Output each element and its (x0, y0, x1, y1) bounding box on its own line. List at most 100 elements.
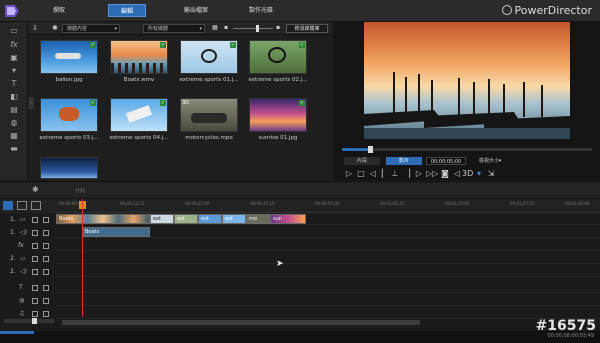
snapshot-icon[interactable]: ⊥ (390, 169, 400, 179)
media-thumbnail[interactable]: ✓ (40, 40, 98, 74)
video-clip[interactable]: ext (150, 214, 174, 224)
plugin-icon[interactable]: ✱ (52, 24, 58, 32)
search-library-button[interactable]: 搜尋媒體庫 (286, 24, 328, 33)
render-progress (0, 331, 34, 334)
video-clip[interactable]: ext (222, 214, 246, 224)
zoom-slider[interactable] (4, 318, 54, 324)
mark-out-icon[interactable]: ▕ (402, 169, 412, 179)
slider-knob[interactable] (256, 25, 259, 32)
fx-lane[interactable] (56, 240, 600, 251)
3d-mode-icon[interactable]: 3D (462, 169, 473, 179)
track-lock-checkbox[interactable] (43, 285, 49, 291)
audio-clip[interactable]: Boats (82, 227, 150, 237)
media-thumbnail[interactable] (40, 157, 98, 179)
track-enable-checkbox[interactable] (32, 285, 38, 291)
next-frame-icon[interactable]: ▷ (414, 169, 424, 179)
effect-room-icon[interactable]: fx (7, 40, 21, 50)
playhead[interactable] (82, 199, 83, 317)
import-icon[interactable]: ⇩ (32, 24, 38, 32)
seekbar-progress (342, 148, 370, 151)
clip-mode-button[interactable]: 片段 (344, 157, 380, 165)
ruler-tick-label: 00;01;02;15 (380, 201, 405, 206)
media-thumbnail[interactable]: ✓ (40, 98, 98, 132)
ruler-tick-label: 00;01;15;03 (445, 201, 470, 206)
timeline-view-icon[interactable] (3, 201, 13, 210)
video-lane-1[interactable]: Boats ext ext ext ext mo sun (56, 214, 600, 225)
media-filter-dropdown[interactable]: 所有媒體 ▾ (143, 24, 205, 33)
video-clip[interactable]: ext (198, 214, 222, 224)
timeline-scrollbar[interactable] (62, 320, 420, 325)
fast-forward-icon[interactable]: ▷▷ (426, 169, 438, 179)
timeline-ruler[interactable]: 00;00;00;00 00;00;12;15 00;00;25;00 00;0… (56, 199, 600, 213)
media-thumbnail[interactable]: 3D (180, 98, 238, 132)
video-lane-2[interactable] (56, 253, 600, 264)
track-lock-checkbox[interactable] (43, 311, 49, 317)
thumbnail-view-icon[interactable]: ▦ (212, 24, 218, 31)
media-room-icon[interactable]: ▭ (7, 26, 21, 36)
audio-mixing-icon[interactable]: ▤ (7, 105, 21, 115)
magic-tools-icon[interactable]: ✱ (32, 185, 39, 194)
preview-seekbar[interactable] (342, 146, 592, 153)
track-lock-checkbox[interactable] (43, 269, 49, 275)
track-enable-checkbox[interactable] (32, 217, 38, 223)
3d-dropdown-icon[interactable]: ▾ (474, 169, 484, 179)
pip-room-icon[interactable]: ▣ (7, 53, 21, 63)
play-icon[interactable]: ▷ (344, 169, 354, 179)
media-thumbnail[interactable]: ✓ (110, 40, 168, 74)
title-track-label: T (19, 284, 23, 291)
title-lane[interactable] (56, 282, 600, 293)
audio-lane-1[interactable]: Boats (56, 227, 600, 238)
track-lock-checkbox[interactable] (43, 230, 49, 236)
title-room-icon[interactable]: T (7, 79, 21, 89)
stop-icon[interactable]: □ (356, 169, 366, 179)
timecode-field[interactable]: 00;00;05;00 (426, 157, 466, 165)
media-thumbnail[interactable]: ✓ (249, 98, 307, 132)
media-type-dropdown[interactable]: 媒體內容 ▾ (62, 24, 120, 33)
track-lock-checkbox[interactable] (43, 217, 49, 223)
tab-create-disc[interactable]: 製作光碟 (245, 4, 277, 17)
seekbar-knob[interactable] (368, 146, 373, 153)
track-enable-checkbox[interactable] (32, 256, 38, 262)
audio-lane-2[interactable] (56, 266, 600, 277)
video-clip[interactable]: mo (246, 214, 270, 224)
music-lane[interactable] (56, 308, 600, 319)
video-clip[interactable]: Boats (56, 214, 150, 224)
track-enable-checkbox[interactable] (32, 269, 38, 275)
track-lock-checkbox[interactable] (43, 256, 49, 262)
track-lock-checkbox[interactable] (43, 298, 49, 304)
tab-capture[interactable]: 擷取 (48, 4, 70, 17)
media-thumbnail[interactable]: ✓ (110, 98, 168, 132)
zoom-out-icon[interactable]: ▪ (224, 24, 228, 31)
track-enable-checkbox[interactable] (32, 311, 38, 317)
video-clip[interactable]: sun (270, 214, 306, 224)
tab-produce[interactable]: 輸出檔案 (180, 4, 212, 17)
previous-frame-icon[interactable]: ◁ (368, 169, 378, 179)
voiceover-icon[interactable]: ◍ (7, 118, 21, 128)
undock-icon[interactable]: ⇲ (486, 169, 496, 179)
volume-icon[interactable]: ◁ (452, 169, 462, 179)
split-button[interactable]: 分割 (75, 187, 85, 194)
tab-edit[interactable]: 編輯 (108, 4, 146, 17)
track-manager-icon[interactable] (31, 201, 41, 210)
track-lock-checkbox[interactable] (43, 243, 49, 249)
camera-icon[interactable]: ◙ (440, 169, 450, 179)
subtitle-room-icon[interactable]: ▬ (7, 144, 21, 154)
video-clip[interactable]: ext (174, 214, 198, 224)
track-enable-checkbox[interactable] (32, 230, 38, 236)
movie-mode-button[interactable]: 影片 (386, 157, 422, 165)
storyboard-view-icon[interactable] (17, 201, 27, 210)
transition-room-icon[interactable]: ◧ (7, 92, 21, 102)
collapse-panel-button[interactable]: › (28, 97, 34, 109)
thumbnail-size-slider[interactable] (233, 28, 273, 29)
zoom-slider-knob[interactable] (32, 318, 37, 324)
media-thumbnail[interactable]: ✓ (180, 40, 238, 74)
track-enable-checkbox[interactable] (32, 298, 38, 304)
chapter-room-icon[interactable]: ▦ (7, 131, 21, 141)
media-thumbnail[interactable]: ✓ (249, 40, 307, 74)
track-header-voice: ◍ (0, 296, 56, 307)
particle-room-icon[interactable]: ▾ (7, 66, 21, 76)
track-enable-checkbox[interactable] (32, 243, 38, 249)
zoom-in-icon[interactable]: ▪ (276, 24, 280, 31)
mark-in-icon[interactable]: ▏ (380, 169, 390, 179)
voice-lane[interactable] (56, 295, 600, 306)
